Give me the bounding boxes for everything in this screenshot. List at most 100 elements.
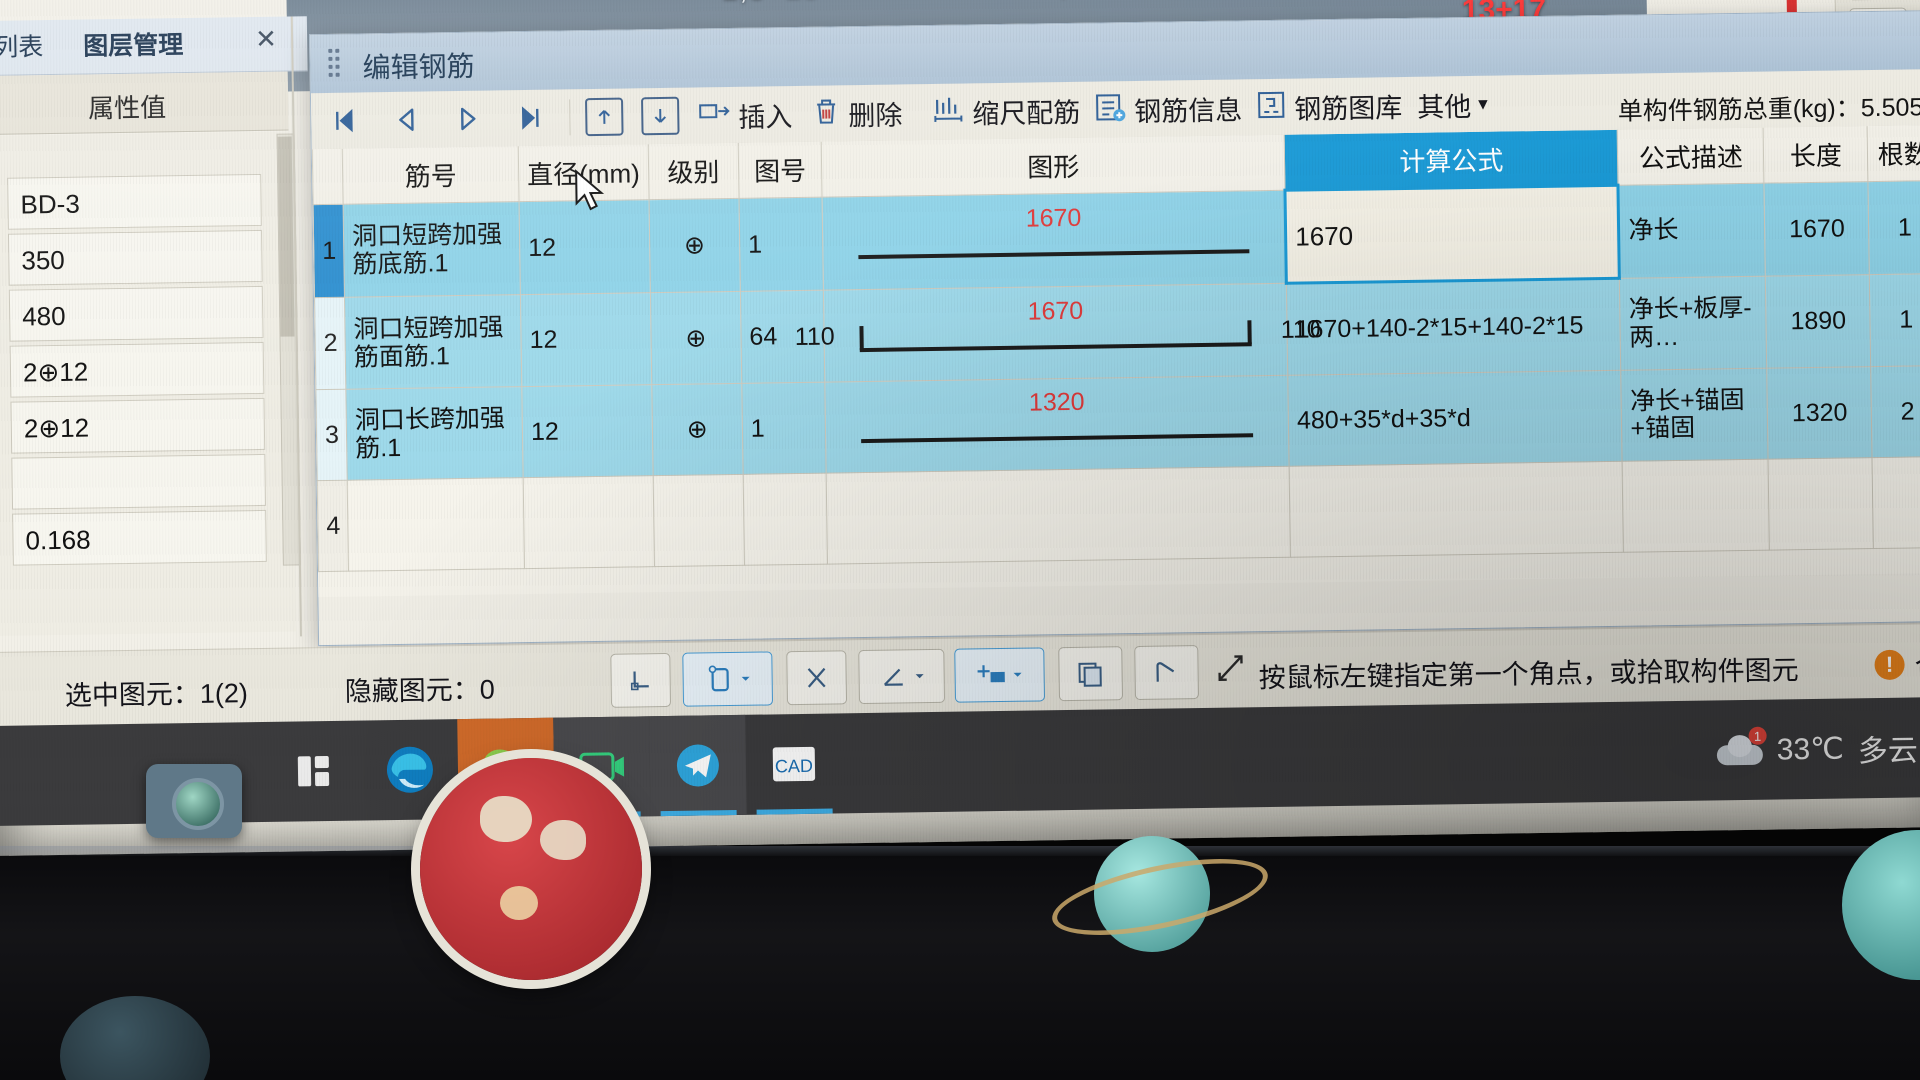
chevron-down-icon[interactable] (913, 670, 925, 682)
cell-shape[interactable] (826, 466, 1291, 565)
property-value-row[interactable]: 0.168 (12, 509, 267, 566)
cell-formula[interactable] (1289, 461, 1624, 558)
tab-layer-management[interactable]: 图层管理 (83, 25, 184, 62)
cell-length[interactable]: 1890 (1765, 274, 1872, 369)
property-value-row[interactable]: 480 (8, 285, 264, 342)
taskbar-item-telegram[interactable] (649, 714, 747, 817)
chevron-down-icon[interactable] (1011, 669, 1023, 681)
header-formula[interactable]: 计算公式 (1284, 129, 1619, 191)
cell-count[interactable]: 1 (1869, 273, 1920, 367)
cell-formula[interactable]: 480+35*d+35*d (1287, 370, 1623, 467)
chevron-down-icon[interactable] (739, 673, 751, 685)
copy-element-button[interactable] (1058, 646, 1124, 702)
property-value-row[interactable]: 2⊕12 (10, 397, 266, 454)
insert-button[interactable]: 插入 (697, 92, 793, 137)
rebar-info-button[interactable]: 钢筋信息 (1093, 85, 1243, 131)
cell-count[interactable]: 1 (1868, 180, 1920, 275)
cell-formula-desc[interactable]: 净长 (1618, 183, 1766, 279)
warning-indicator[interactable]: ! 合法 (1874, 644, 1920, 684)
shape-hook-left (859, 325, 864, 350)
cell-diameter[interactable]: 12 (520, 292, 652, 387)
delete-label: 删除 (848, 99, 903, 131)
cell-count[interactable]: 2 (1871, 365, 1920, 458)
shape-right-label: 110 (1280, 314, 1321, 344)
resize-hint-icon (1214, 650, 1249, 690)
header-count[interactable]: 根数 (1867, 125, 1920, 182)
arc-tool-button[interactable] (1134, 645, 1200, 701)
cell-formula[interactable]: 1670+140-2*15+140-2*15 (1286, 278, 1622, 376)
other-menu-button[interactable]: 其他 ▾ (1417, 82, 1488, 127)
cell-grade[interactable]: ⊕ (648, 198, 741, 293)
header-grade[interactable]: 级别 (647, 142, 739, 200)
cell-length[interactable]: 1320 (1766, 366, 1873, 460)
close-left-panel-icon[interactable]: ✕ (255, 24, 277, 55)
nav-first-button[interactable] (329, 98, 360, 142)
delete-button[interactable]: 删除 (811, 90, 903, 135)
property-value-row[interactable]: 2⊕12 (9, 341, 265, 398)
cell-figure-no[interactable] (742, 473, 828, 566)
taskbar-weather[interactable]: 1 33℃ 多云 (1716, 725, 1918, 772)
cell-length[interactable]: 1670 (1764, 181, 1870, 277)
cell-diameter[interactable]: 12 (521, 384, 653, 478)
cell-rebar-number[interactable]: 洞口长跨加强筋.1 (345, 386, 524, 481)
property-value-text: 2⊕12 (23, 412, 90, 444)
taskbar-item-cad[interactable]: CAD (745, 713, 842, 815)
rebar-table-container[interactable]: 筋号 直径(mm) 级别 图号 图形 计算公式 公式描述 长度 根数 搭接 (311, 125, 1920, 598)
header-formula-desc[interactable]: 公式描述 (1617, 127, 1765, 186)
left-panel-scroll-thumb[interactable] (277, 136, 295, 337)
plate-decoration-c (500, 886, 538, 920)
cell-rebar-number[interactable] (347, 477, 525, 572)
cancel-select-button[interactable] (786, 650, 848, 706)
cell-grade[interactable]: ⊕ (650, 291, 742, 385)
cell-figure-no[interactable]: 1 (741, 382, 827, 475)
cell-formula-desc[interactable]: 净长+板厚-两… (1619, 276, 1767, 371)
angle-tool-button[interactable] (858, 648, 946, 705)
drag-handle-icon[interactable] (328, 48, 344, 77)
property-value-row[interactable]: 350 (7, 229, 263, 286)
rebar-library-button[interactable]: 钢筋图库 (1255, 83, 1403, 129)
scale-rebar-label: 缩尺配筋 (972, 97, 1081, 129)
nav-last-button[interactable] (515, 96, 546, 140)
desk-area (0, 758, 1920, 1080)
taskbar-item-task-view[interactable] (265, 721, 362, 822)
cell-diameter[interactable] (523, 475, 655, 569)
monitor-screen: 1,3+13 1,3-J 1400 13+17 保存并关闭 直接关闭 (0, 0, 1920, 856)
property-value-row[interactable] (11, 453, 267, 510)
tab-list[interactable]: 列表 (0, 27, 43, 64)
cell-grade[interactable]: ⊕ (651, 383, 743, 476)
cell-count[interactable] (1872, 456, 1920, 549)
snap-corner-button[interactable] (610, 652, 672, 708)
weather-temperature: 33℃ (1776, 732, 1845, 767)
property-value-row[interactable]: BD-3 (7, 173, 262, 230)
nav-prev-button[interactable] (391, 98, 422, 142)
decorative-plate (420, 758, 642, 980)
nav-next-button[interactable] (453, 97, 484, 141)
add-point-button[interactable] (954, 647, 1046, 703)
row-index: 3 (315, 389, 348, 481)
cell-shape[interactable]: 1670 110 110 (795, 283, 1321, 383)
cell-shape[interactable]: 1320 (824, 375, 1290, 474)
cell-shape[interactable]: 1670 (822, 190, 1287, 291)
cell-formula-editing[interactable]: 1670 (1285, 185, 1620, 284)
header-rebar-number[interactable]: 筋号 (342, 146, 520, 205)
cell-formula-desc[interactable] (1622, 459, 1770, 553)
cell-rebar-number[interactable]: 洞口短跨加强筋底筋.1 (343, 201, 521, 298)
cell-grade[interactable] (652, 474, 745, 567)
left-panel-values: BD-3 350 480 2⊕12 2⊕12 0.168 (0, 131, 296, 636)
shape-bar (858, 249, 1250, 260)
move-up-button[interactable] (585, 95, 624, 140)
scale-rebar-button[interactable]: 缩尺配筋 (931, 88, 1081, 134)
insert-label: 插入 (738, 101, 793, 133)
rect-select-button[interactable] (682, 651, 774, 707)
rebar-table: 筋号 直径(mm) 级别 图号 图形 计算公式 公式描述 长度 根数 搭接 (312, 125, 1920, 572)
selected-elements-label: 选中图元：1(2) (64, 678, 249, 711)
header-shape[interactable]: 图形 (821, 134, 1286, 198)
cell-length[interactable] (1768, 457, 1874, 551)
move-down-button[interactable] (641, 94, 680, 139)
rebar-info-label: 钢筋信息 (1134, 94, 1243, 127)
header-figure-no[interactable]: 图号 (738, 141, 823, 199)
cell-rebar-number[interactable]: 洞口短跨加强筋面筋.1 (344, 294, 522, 390)
cell-figure-no[interactable]: 1 (738, 197, 824, 292)
header-length[interactable]: 长度 (1763, 126, 1869, 184)
cell-formula-desc[interactable]: 净长+锚固+锚固 (1621, 368, 1769, 462)
